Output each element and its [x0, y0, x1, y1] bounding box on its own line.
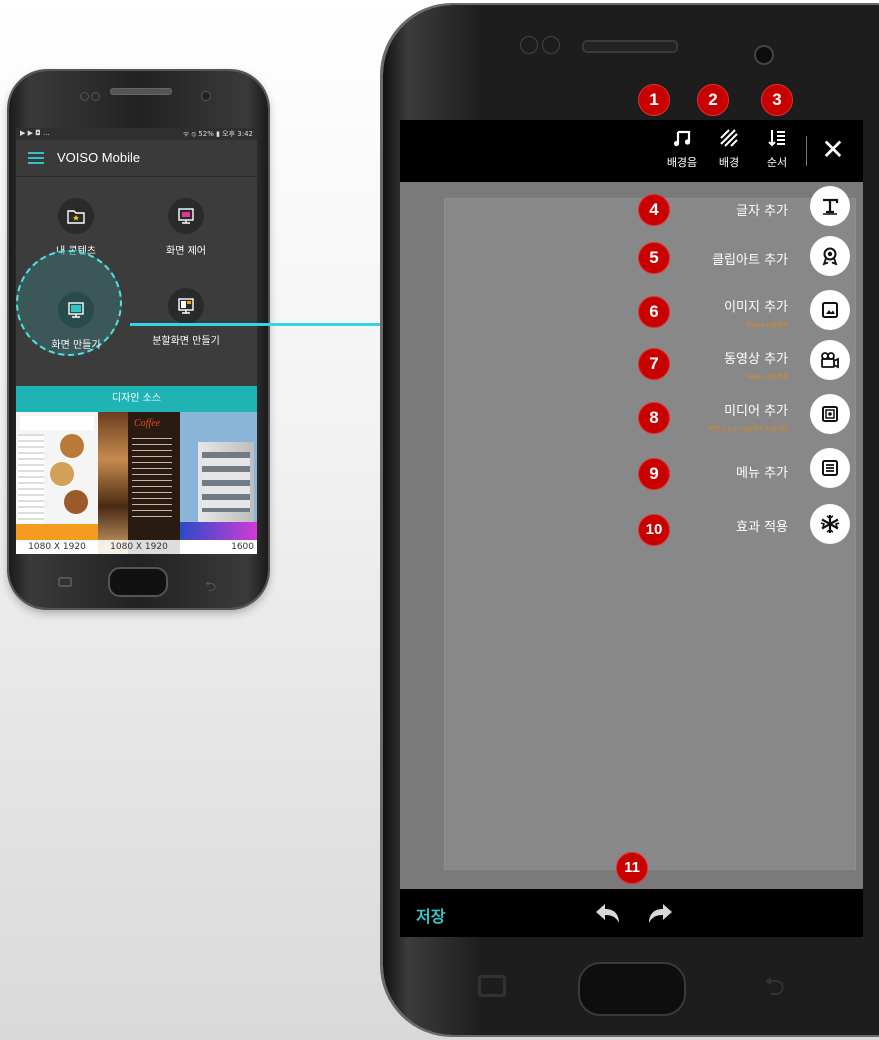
home-button[interactable]: [578, 962, 686, 1016]
back-icon[interactable]: ⮌: [764, 968, 785, 1012]
badge-1: 1: [638, 84, 670, 116]
menu-add-video-label: 동영상 추가: [724, 352, 788, 367]
tile-split-screen-label: 분할화면 만들기: [152, 336, 220, 347]
close-icon[interactable]: ✕: [818, 132, 848, 168]
tile-screen-control-label: 화면 제어: [166, 246, 206, 257]
monitor-icon: [58, 292, 94, 328]
menu-add-image-sub: Media 사용권장: [745, 322, 788, 329]
menu-add-image-label: 이미지 추가: [724, 300, 788, 315]
recent-apps-icon[interactable]: [478, 975, 506, 997]
background-button[interactable]: 배경: [712, 128, 746, 170]
toolbar-separator: [806, 136, 807, 166]
small-phone-camera-icon: [201, 91, 211, 101]
menu-add-text[interactable]: 글자 추가: [560, 186, 850, 230]
menu-add-menu[interactable]: 메뉴 추가: [560, 448, 850, 492]
snowflake-icon: [810, 504, 850, 544]
undo-icon[interactable]: [592, 902, 622, 926]
save-button[interactable]: 저장: [416, 903, 445, 927]
order-button[interactable]: 순서: [760, 128, 794, 170]
thumbnail-size-label: 1080 X 1920: [16, 540, 98, 554]
thumbnail-building[interactable]: 1600: [180, 412, 257, 554]
badge-9: 9: [638, 458, 670, 490]
home-button[interactable]: [108, 567, 168, 597]
tile-make-screen-label: 화면 만들기: [51, 340, 101, 351]
menu-add-menu-label: 메뉴 추가: [736, 466, 788, 481]
editor-bottom-bar: [400, 889, 863, 937]
image-icon: [810, 290, 850, 330]
video-camera-icon: [810, 340, 850, 380]
badge-11: 11: [616, 852, 648, 884]
menu-add-media-sub: 버전 3.3.xx 이상에서 사용가능: [708, 426, 788, 433]
badge-2: 2: [697, 84, 729, 116]
split-monitor-icon: [168, 288, 204, 324]
menu-apply-effect-label: 효과 적용: [736, 520, 788, 535]
media-icon: [810, 394, 850, 434]
bgm-button[interactable]: 배경음: [662, 128, 702, 170]
status-left: ▶ ▶ ◘ ...: [20, 129, 50, 137]
thumbnail-size-label: 1080 X 1920: [98, 540, 180, 554]
tile-screen-control[interactable]: 화면 제어: [150, 188, 222, 268]
bgm-label: 배경음: [666, 156, 698, 169]
badge-8: 8: [638, 402, 670, 434]
thumbnail-coffee[interactable]: Coffee 1080 X 1920: [98, 412, 180, 554]
menu-add-video[interactable]: 동영상 추가 Media 사용권장: [560, 340, 850, 384]
small-phone-speaker: [110, 88, 172, 95]
badge-4: 4: [638, 194, 670, 226]
menu-add-text-label: 글자 추가: [736, 204, 788, 219]
badge-3: 3: [761, 84, 793, 116]
clipart-icon: [810, 236, 850, 276]
redo-icon[interactable]: [646, 902, 676, 926]
menu-add-clipart[interactable]: 클립아트 추가: [560, 236, 850, 280]
app-title: VOISO Mobile: [57, 150, 141, 165]
order-label: 순서: [766, 156, 788, 169]
badge-7: 7: [638, 348, 670, 380]
big-phone-camera-icon: [754, 45, 774, 65]
status-right: ᯤ ⦸ 52% ▮ 오후 3:42: [182, 130, 253, 138]
tile-make-screen[interactable]: 화면 만들기: [40, 282, 112, 362]
small-phone-sensors: [80, 86, 104, 101]
big-phone-speaker: [582, 40, 678, 53]
badge-10: 10: [638, 514, 670, 546]
menu-add-clipart-label: 클립아트 추가: [712, 253, 788, 268]
sort-order-icon: [768, 130, 785, 147]
badge-5: 5: [638, 242, 670, 274]
recent-apps-icon[interactable]: [58, 577, 72, 587]
text-icon: [810, 186, 850, 226]
menu-add-media-label: 미디어 추가: [724, 404, 788, 419]
menu-add-video-sub: Media 사용권장: [745, 374, 788, 381]
design-source-bar[interactable]: 디자인 소스: [16, 386, 257, 412]
music-note-icon: [673, 130, 691, 147]
status-bar: ▶ ▶ ◘ ... ᯤ ⦸ 52% ▮ 오후 3:42: [16, 128, 257, 140]
monitor-control-icon: [168, 198, 204, 234]
tile-split-screen[interactable]: 분할화면 만들기: [150, 278, 222, 358]
background-label: 배경: [718, 156, 740, 169]
menu-add-media[interactable]: 미디어 추가 버전 3.3.xx 이상에서 사용가능: [560, 394, 850, 438]
menu-apply-effect[interactable]: 효과 적용: [560, 504, 850, 548]
thumbnail-size-label: 1600: [180, 540, 257, 554]
menu-add-image[interactable]: 이미지 추가 Media 사용권장: [560, 290, 850, 334]
hamburger-menu-icon[interactable]: [28, 152, 44, 164]
menu-list-icon: [810, 448, 850, 488]
big-phone-sensors: [520, 36, 570, 56]
badge-6: 6: [638, 296, 670, 328]
app-bar: VOISO Mobile: [16, 140, 257, 177]
background-pattern-icon: [720, 129, 738, 147]
back-icon[interactable]: ⮌: [205, 576, 216, 600]
folder-star-icon: [58, 198, 94, 234]
thumbnail-menu-board[interactable]: 1080 X 1920: [16, 412, 98, 554]
